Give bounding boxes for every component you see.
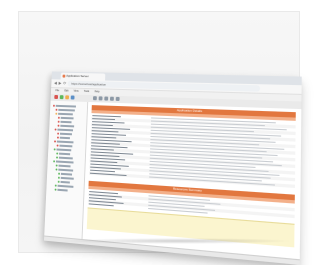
screen-stage: Application Server ◀ ▶ ⟳ https://somehos… (43, 70, 302, 265)
tab-title: Application Server (66, 73, 89, 79)
stop-icon[interactable] (54, 94, 59, 100)
tree-item[interactable] (55, 112, 73, 116)
tree-item[interactable] (55, 108, 75, 112)
tree-item[interactable] (53, 160, 74, 164)
export-icon[interactable] (115, 96, 120, 102)
tree-item[interactable] (57, 124, 75, 128)
tree-item[interactable] (54, 184, 74, 188)
folder-icon[interactable] (65, 95, 70, 100)
tree-item[interactable] (56, 136, 70, 140)
tree-item[interactable] (57, 120, 72, 124)
tree-item[interactable] (57, 116, 74, 120)
tree-item[interactable] (57, 180, 70, 184)
tree-item[interactable] (54, 188, 68, 192)
tree-item[interactable] (56, 156, 73, 160)
tree-item[interactable] (54, 128, 74, 132)
forward-icon[interactable]: ▶ (59, 80, 63, 85)
reload-icon[interactable]: ⟳ (63, 81, 67, 86)
tree-item[interactable] (56, 144, 73, 148)
tree-item[interactable] (52, 104, 76, 108)
favicon-icon (62, 74, 66, 78)
back-icon[interactable]: ◀ (54, 80, 58, 85)
tree-item[interactable] (58, 172, 73, 176)
tree-item[interactable] (56, 152, 71, 156)
print-icon[interactable] (109, 96, 114, 101)
tree-item[interactable] (53, 148, 72, 152)
tree-item[interactable] (57, 132, 72, 136)
run-icon[interactable] (59, 95, 64, 100)
save-icon[interactable] (70, 95, 75, 100)
search-icon[interactable] (98, 96, 103, 101)
tree-item[interactable] (55, 168, 74, 172)
tree-item[interactable] (55, 164, 71, 168)
settings-icon[interactable] (104, 96, 109, 101)
navigation-tree (43, 100, 89, 245)
tree-item[interactable] (57, 176, 74, 180)
tree-item[interactable] (54, 140, 74, 144)
drop-shadow (62, 238, 292, 244)
browser-window: Application Server ◀ ▶ ⟳ https://somehos… (43, 71, 302, 265)
refresh-icon[interactable] (92, 96, 97, 101)
